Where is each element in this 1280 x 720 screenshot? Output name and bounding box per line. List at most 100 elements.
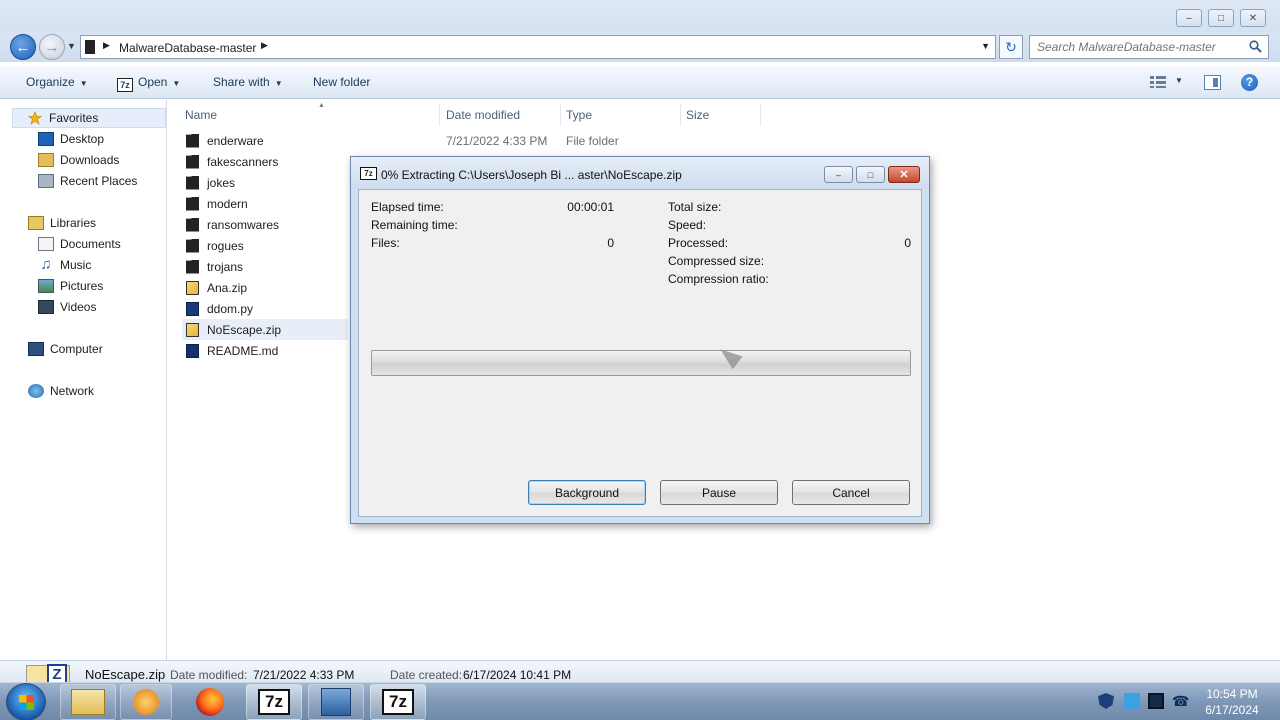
documents-icon [38,237,54,251]
address-row: ← → ▼ ▶ MalwareDatabase-master ▶ ▼ ↻ [0,32,1280,62]
help-icon[interactable]: ? [1241,74,1258,91]
folder-icon [71,689,105,715]
minimize-button[interactable]: – [1176,9,1202,27]
column-header-name[interactable]: Name ▲ [180,102,440,126]
dialog-close-button[interactable]: ✕ [888,166,920,183]
file-name-cell: trojans [182,256,348,277]
views-icon[interactable] [1150,76,1166,88]
seven-zip-icon: 7z [117,78,133,92]
column-header-date-modified[interactable]: Date modified [441,104,561,126]
cancel-button[interactable]: Cancel [792,480,910,505]
file-name: enderware [207,133,264,148]
dialog-body: Elapsed time: 00:00:01 Remaining time: F… [358,189,922,517]
preview-pane-icon[interactable] [1204,75,1221,90]
details-pane: Z NoEscape.zip Date modified: 7/21/2022 … [0,660,1280,687]
system-tray: ☎ [1096,693,1189,711]
share-with-label: Share with [213,75,270,89]
nav-item-network[interactable]: Network [28,381,94,401]
forward-button[interactable]: → [39,34,65,60]
chevron-right-icon[interactable]: ▶ [103,40,110,51]
views-dropdown-icon[interactable]: ▼ [1175,76,1183,85]
taskbar-media-player-button[interactable] [120,684,172,720]
nav-item-pictures[interactable]: Pictures [38,276,103,296]
pictures-icon [38,279,54,293]
recent-places-icon [38,174,54,188]
nav-item-videos[interactable]: Videos [38,297,96,317]
file-name: README.md [207,343,279,358]
column-header-size[interactable]: Size [681,104,761,126]
file-name-cell: modern [182,193,348,214]
close-button[interactable]: ✕ [1240,9,1266,27]
downloads-icon [38,153,54,167]
breadcrumb-current[interactable]: MalwareDatabase-master [119,41,256,55]
nav-label: Pictures [60,279,104,293]
display-icon[interactable] [1148,693,1164,709]
maximize-button[interactable]: □ [1208,9,1234,27]
search-input[interactable] [1030,36,1240,58]
dialog-minimize-button[interactable]: – [824,166,853,183]
extraction-dialog: 7z 0% Extracting C:\Users\Joseph Bi ... … [350,156,930,524]
taskbar-explorer-button[interactable] [60,684,116,720]
firefox-icon [196,688,224,716]
taskbar-7zip-button[interactable]: 7z [246,684,302,720]
python-file-icon [186,301,199,316]
nav-label: Network [50,384,95,398]
organize-menu[interactable]: Organize ▼ [26,75,88,89]
nav-item-favorites[interactable]: Favorites [12,108,166,128]
column-label: Date modified [446,108,521,122]
share-with-menu[interactable]: Share with ▼ [213,75,283,89]
music-icon: ♫ [40,256,52,273]
elapsed-time-value: 00:00:01 [567,200,614,214]
command-bar: Organize ▼ 7z Open ▼ Share with ▼ New folder… [0,66,1280,99]
folder-icon [186,175,199,190]
column-label: Name [185,108,218,122]
nav-item-desktop[interactable]: Desktop [38,129,104,149]
refresh-button[interactable]: ↻ [999,35,1023,59]
back-button[interactable]: ← [10,34,36,60]
open-menu[interactable]: 7z Open ▼ [117,75,180,92]
address-dropdown-icon[interactable]: ▼ [981,41,990,51]
taskbar-7zip-progress-button[interactable]: 7z [370,684,426,720]
clock-date: 6/17/2024 [1205,703,1259,717]
extraction-progress-bar [371,350,911,376]
taskbar-installer-button[interactable] [308,684,364,720]
organize-label: Organize [26,75,75,89]
start-button[interactable] [6,683,46,720]
dialog-title-bar[interactable]: 7z 0% Extracting C:\Users\Joseph Bi ... … [351,157,929,189]
file-name: Ana.zip [207,280,248,295]
nav-item-music[interactable]: ♫ Music [38,255,91,275]
chevron-right-icon[interactable]: ▶ [261,40,268,51]
navigation-pane: Favorites Desktop Downloads Recent Place… [0,100,167,660]
dialog-maximize-button[interactable]: □ [856,166,885,183]
taskbar-firefox-button[interactable] [184,684,236,720]
clock[interactable]: 10:54 PM 6/17/2024 [1196,686,1268,718]
pause-button[interactable]: Pause [660,480,778,505]
search-box[interactable] [1029,35,1269,59]
address-bar[interactable]: ▶ MalwareDatabase-master ▶ ▼ [80,35,996,59]
nav-item-computer[interactable]: Computer [28,339,103,359]
search-icon[interactable] [1249,40,1262,53]
text-file-icon [186,343,199,358]
videos-icon [38,300,54,314]
nav-item-documents[interactable]: Documents [38,234,121,254]
nav-item-downloads[interactable]: Downloads [38,150,119,170]
seven-zip-icon: 7z [258,689,290,715]
new-folder-button[interactable]: New folder [313,75,370,89]
compression-ratio-label: Compression ratio: [668,272,769,286]
recent-pages-dropdown[interactable]: ▼ [67,41,76,51]
date-modified-label: Date modified: [170,668,248,682]
volume-icon[interactable]: ☎ [1172,693,1189,709]
star-icon [28,111,42,125]
file-name: modern [207,196,248,211]
processed-label: Processed: [668,236,729,250]
nav-label: Favorites [49,111,99,125]
background-button[interactable]: Background [528,480,646,505]
speed-label: Speed: [668,218,707,232]
nav-item-recent-places[interactable]: Recent Places [38,171,137,191]
shield-icon[interactable] [1098,693,1114,709]
action-center-icon[interactable] [1124,693,1140,709]
file-row[interactable]: enderware 7/21/2022 4:33 PM File folder [182,130,1272,151]
column-header-type[interactable]: Type [561,104,681,126]
nav-item-libraries[interactable]: Libraries [28,213,96,233]
compressed-size-label: Compressed size: [668,254,765,268]
